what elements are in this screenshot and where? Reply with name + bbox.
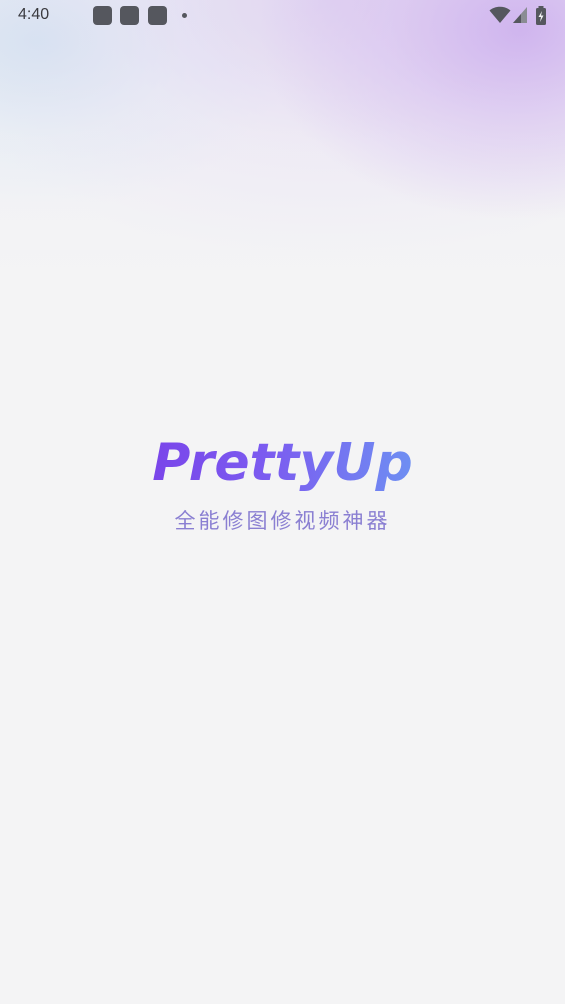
- wifi-icon: [489, 6, 511, 23]
- cellular-signal-icon: [513, 7, 527, 23]
- status-bar: 4:40: [0, 0, 565, 32]
- status-time: 4:40: [18, 6, 50, 23]
- app-notification-icon: [93, 6, 112, 25]
- splash-branding: PrettyUp 全能修图修视频神器: [0, 430, 565, 536]
- app-tagline: 全能修图修视频神器: [174, 509, 391, 533]
- app-notification-icon: [148, 6, 167, 25]
- app-notification-icon: [120, 6, 139, 25]
- battery-charging-icon: [536, 6, 546, 25]
- more-notifications-dot-icon: [182, 13, 187, 18]
- app-logo-text: PrettyUp: [152, 430, 412, 496]
